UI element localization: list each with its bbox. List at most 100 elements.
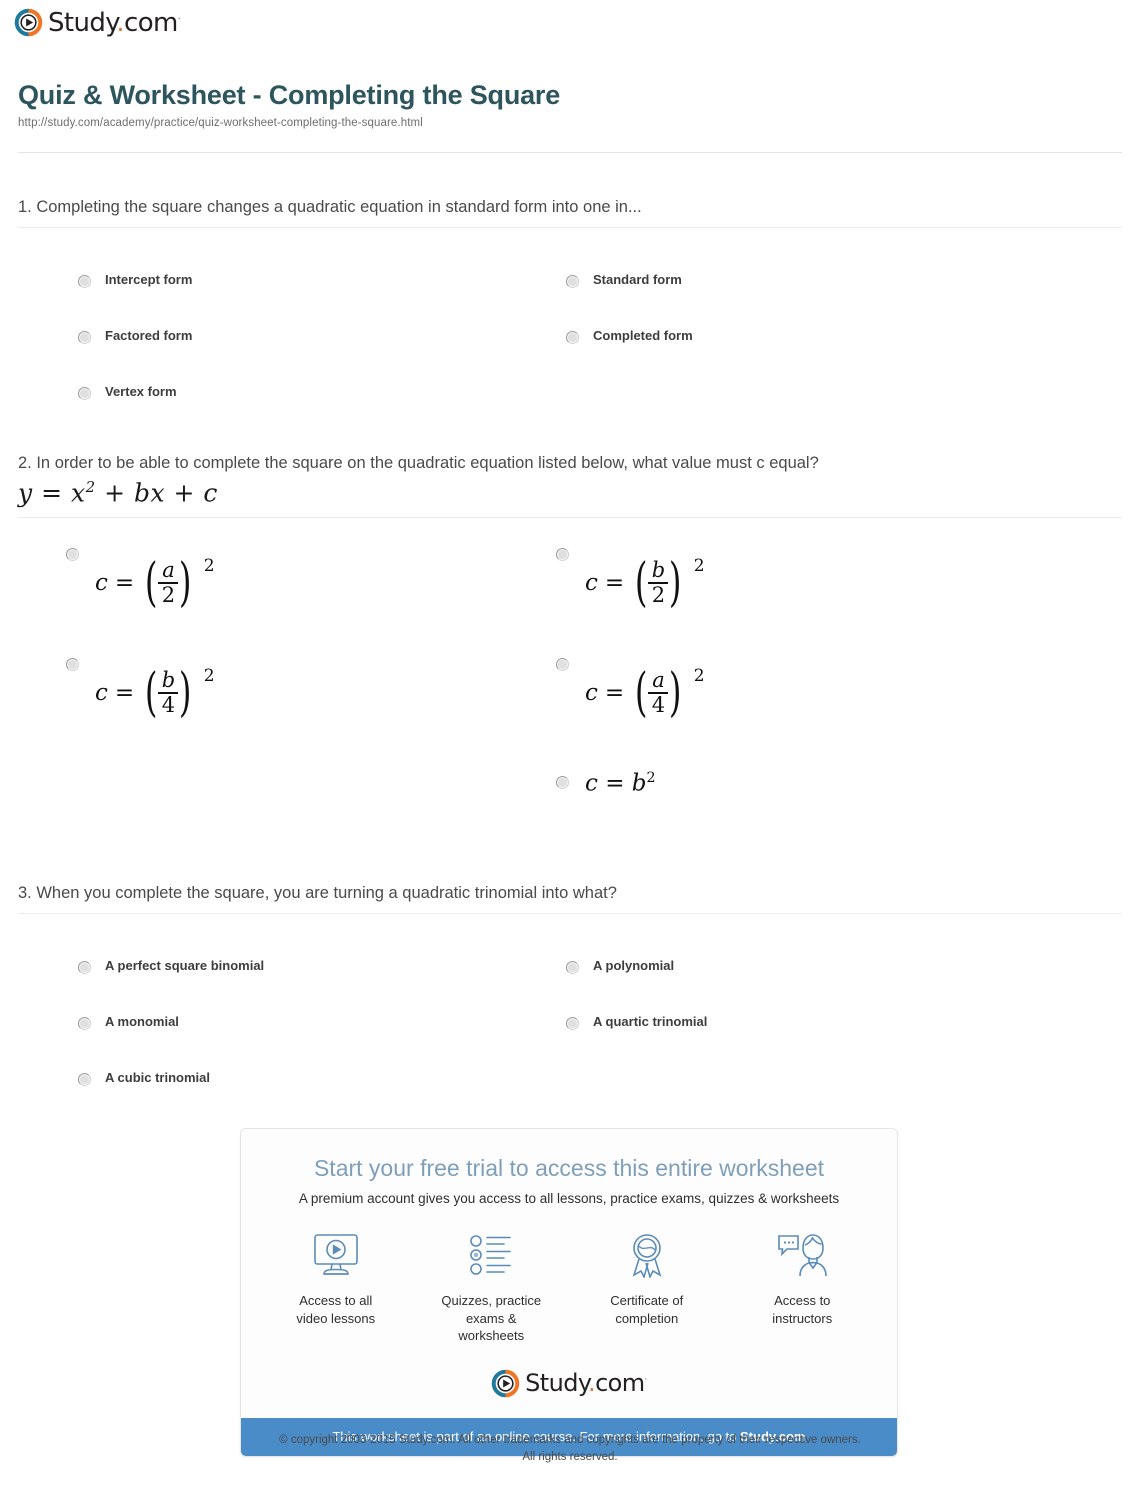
radio-icon[interactable] — [566, 1017, 579, 1031]
math-lhs: c — [95, 680, 108, 707]
option-label: Intercept form — [105, 272, 193, 288]
radio-icon[interactable] — [78, 1017, 91, 1031]
math-exponent: 2 — [693, 665, 705, 686]
math-lhs: c — [585, 680, 598, 707]
option-label: Completed form — [593, 328, 693, 344]
fraction: a 2 — [158, 559, 179, 608]
equation-exponent: 2 — [85, 478, 96, 497]
feature-label: Certificate of completion — [596, 1292, 698, 1327]
question-3-options: A perfect square binomial A polynomial A… — [18, 932, 1122, 1092]
radio-icon[interactable] — [78, 331, 91, 345]
logo-trademark: · — [644, 1375, 648, 1386]
instructor-chat-icon — [752, 1228, 854, 1282]
right-paren: ) — [669, 663, 682, 724]
math-expression: c = ( b 4 ) 2 — [95, 663, 215, 724]
copyright-footer: © copyright 2003-2015 Study.com. All oth… — [0, 1432, 1140, 1467]
logo-word-tld: com — [124, 7, 178, 38]
radio-icon[interactable] — [78, 387, 91, 401]
question-2-equation: y = x2 + bx + c — [18, 478, 1122, 507]
option-standard-form[interactable]: Standard form — [566, 272, 682, 289]
question-2-text: 2. In order to be able to complete the s… — [18, 454, 819, 472]
option-label: A monomial — [105, 1014, 179, 1030]
page-header: Quiz & Worksheet - Completing the Square… — [18, 80, 1118, 129]
fraction: b 4 — [158, 669, 179, 718]
radio-icon[interactable] — [566, 275, 579, 289]
question-1: 1. Completing the square changes a quadr… — [18, 196, 1122, 406]
award-ribbon-icon — [596, 1228, 698, 1282]
feature-video-lessons: Access to all video lessons — [285, 1228, 387, 1345]
promo-subheading: A premium account gives you access to al… — [298, 1191, 840, 1206]
logo-word-main: Study — [48, 7, 117, 38]
option-cubic-trinomial[interactable]: A cubic trinomial — [78, 1070, 210, 1087]
equation-lhs: y = x — [18, 478, 86, 508]
math-operator: = — [114, 570, 135, 597]
study-play-logo-icon — [491, 1369, 520, 1397]
radio-icon[interactable] — [556, 657, 569, 671]
option-monomial[interactable]: A monomial — [78, 1014, 179, 1031]
radio-icon[interactable] — [556, 547, 569, 561]
fraction-denominator: 4 — [651, 693, 666, 718]
option-polynomial[interactable]: A polynomial — [566, 958, 675, 975]
logo-trademark: · — [177, 13, 181, 24]
feature-label: Access to all video lessons — [285, 1292, 387, 1327]
feature-label: Quizzes, practice exams & worksheets — [441, 1292, 543, 1345]
math-lhs: c — [585, 570, 598, 597]
math-exponent: 2 — [693, 555, 705, 576]
option-completed-form[interactable]: Completed form — [566, 328, 693, 345]
option-c-equals-b-over-4-squared[interactable]: c = ( b 4 ) 2 — [66, 657, 215, 724]
option-c-equals-b-squared[interactable]: c = b2 — [556, 768, 656, 797]
right-paren: ) — [179, 553, 192, 614]
parenthesized-fraction: ( b 2 ) — [631, 553, 686, 614]
radio-icon[interactable] — [78, 961, 91, 975]
math-exponent: 2 — [203, 665, 215, 686]
option-label: A polynomial — [593, 958, 675, 974]
option-quartic-trinomial[interactable]: A quartic trinomial — [566, 1014, 708, 1031]
option-vertex-form[interactable]: Vertex form — [78, 384, 177, 401]
study-play-logo-icon — [14, 8, 43, 37]
site-logo-header: Study.com· — [14, 7, 181, 38]
logo-word-main: Study — [525, 1369, 589, 1398]
option-perfect-square-binomial[interactable]: A perfect square binomial — [78, 958, 265, 975]
option-intercept-form[interactable]: Intercept form — [78, 272, 193, 289]
question-1-options: Intercept form Standard form Factored fo… — [18, 246, 1122, 406]
radio-icon[interactable] — [78, 1073, 91, 1087]
option-c-equals-a-over-2-squared[interactable]: c = ( a 2 ) 2 — [66, 547, 215, 614]
option-label: A perfect square binomial — [105, 958, 265, 974]
radio-icon[interactable] — [566, 331, 579, 345]
option-c-equals-a-over-4-squared[interactable]: c = ( a 4 ) 2 — [556, 657, 705, 724]
feature-quizzes-worksheets: Quizzes, practice exams & worksheets — [441, 1228, 543, 1345]
logo-word-dot: . — [116, 7, 125, 38]
fraction-denominator: 2 — [161, 583, 176, 608]
option-label: A quartic trinomial — [593, 1014, 708, 1030]
math-expression: c = ( a 4 ) 2 — [585, 663, 705, 724]
math-expression: c = ( b 2 ) 2 — [585, 553, 705, 614]
fraction-numerator: b — [651, 557, 666, 582]
parenthesized-fraction: ( a 2 ) — [141, 553, 196, 614]
math-operator: = — [114, 680, 135, 707]
option-c-equals-b-over-2-squared[interactable]: c = ( b 2 ) 2 — [556, 547, 705, 614]
left-paren: ( — [145, 553, 158, 614]
radio-icon[interactable] — [556, 775, 569, 789]
right-paren: ) — [669, 553, 682, 614]
option-label: A cubic trinomial — [105, 1070, 210, 1086]
logo-wordmark: Study.com· — [525, 1371, 647, 1395]
math-operator: = — [605, 770, 625, 797]
question-1-divider — [18, 227, 1122, 229]
radio-icon[interactable] — [566, 961, 579, 975]
equation-rhs: + bx + c — [95, 478, 218, 508]
left-paren: ( — [145, 663, 158, 724]
feature-label-line1: Quizzes, practice — [441, 1293, 542, 1308]
feature-label-line2: exams & worksheets — [458, 1310, 525, 1344]
radio-icon[interactable] — [66, 657, 79, 671]
radio-icon[interactable] — [66, 547, 79, 561]
free-trial-promo-card: Start your free trial to access this ent… — [240, 1128, 898, 1457]
radio-icon[interactable] — [78, 275, 91, 289]
option-label: Standard form — [593, 272, 682, 288]
option-factored-form[interactable]: Factored form — [78, 328, 192, 345]
question-1-text: 1. Completing the square changes a quadr… — [18, 198, 642, 216]
option-label: Vertex form — [105, 384, 177, 400]
fraction: b 2 — [648, 557, 669, 608]
feature-instructors: Access to instructors — [752, 1228, 854, 1345]
logo-word-tld: com — [595, 1369, 645, 1398]
math-operator: = — [604, 570, 625, 597]
